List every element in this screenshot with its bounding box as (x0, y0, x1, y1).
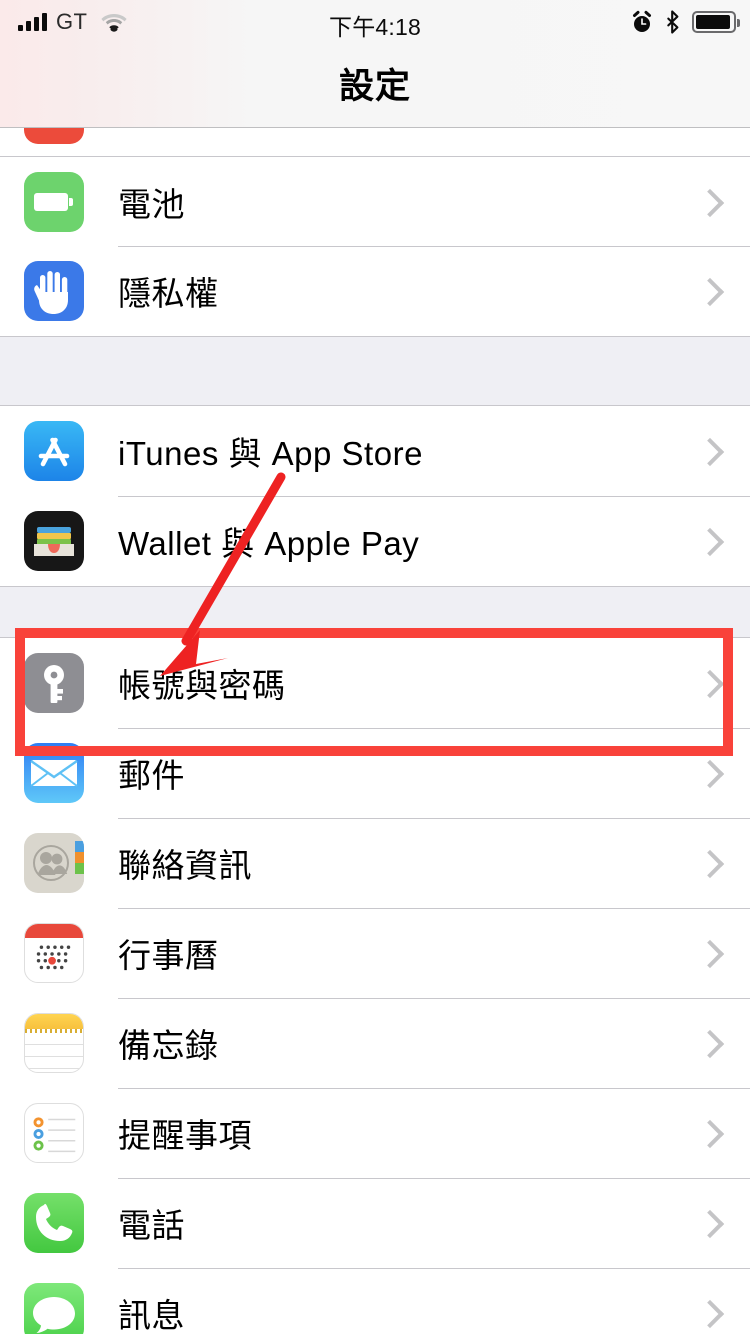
settings-list[interactable]: 電池 隱私權 iTunes 與 App Store Wallet 與 Apple… (0, 0, 750, 1334)
row-label: 郵件 (118, 757, 185, 794)
chevron-right-icon (695, 849, 725, 879)
settings-row-battery[interactable]: 電池 (0, 156, 750, 246)
phone-icon (24, 1193, 84, 1253)
reminders-icon (24, 1103, 84, 1163)
settings-row-privacy[interactable]: 隱私權 (0, 246, 750, 336)
contacts-icon (24, 833, 84, 893)
system-group: 電池 隱私權 (0, 156, 750, 336)
settings-row-reminders[interactable]: 提醒事項 (0, 1088, 750, 1178)
clipped-red-app-icon (24, 128, 84, 144)
privacy-hand-icon (24, 261, 84, 321)
group-separator-1 (0, 336, 750, 406)
battery-settings-icon (24, 171, 84, 232)
settings-screen: 電池 隱私權 iTunes 與 App Store Wallet 與 Apple… (0, 0, 750, 1334)
app-store-icon (24, 421, 84, 481)
page-title: 設定 (338, 67, 411, 106)
group-separator-2 (0, 586, 750, 638)
settings-row-accounts-passwords[interactable]: 帳號與密碼 (0, 638, 750, 728)
key-accounts-icon (24, 653, 84, 713)
settings-row-phone[interactable]: 電話 (0, 1178, 750, 1268)
row-label: 提醒事項 (118, 1117, 252, 1154)
row-label: 電池 (118, 185, 185, 223)
status-bar-right (631, 9, 740, 35)
chevron-right-icon (695, 939, 725, 969)
navigation-bar: GT 下午4:18 設定 (0, 0, 750, 128)
battery-icon (692, 11, 740, 33)
chevron-right-icon (695, 527, 725, 557)
notes-icon (24, 1013, 84, 1073)
row-label: 備忘錄 (118, 1027, 219, 1064)
row-label: 帳號與密碼 (118, 667, 286, 704)
messages-icon (24, 1283, 84, 1334)
partially-scrolled-row[interactable] (0, 128, 750, 156)
row-label: 隱私權 (118, 275, 219, 312)
row-label: 行事曆 (118, 937, 219, 974)
chevron-right-icon (695, 277, 725, 307)
chevron-right-icon (695, 1209, 725, 1239)
apps-group: 帳號與密碼 郵件 聯絡資訊 行事曆 備忘錄 提醒事項 電話 訊息 (0, 638, 750, 1334)
bluetooth-icon (665, 10, 680, 34)
mail-icon (24, 743, 84, 803)
chevron-right-icon (695, 188, 725, 217)
row-label: 電話 (118, 1207, 185, 1244)
settings-row-calendar[interactable]: 行事曆 (0, 908, 750, 998)
chevron-right-icon (695, 1299, 725, 1329)
store-group: iTunes 與 App Store Wallet 與 Apple Pay (0, 406, 750, 586)
settings-row-itunes-app-store[interactable]: iTunes 與 App Store (0, 406, 750, 496)
alarm-clock-icon (631, 10, 653, 34)
calendar-icon (24, 923, 84, 983)
row-label: iTunes 與 App Store (118, 435, 423, 472)
status-bar: GT 下午4:18 (0, 0, 750, 44)
chevron-right-icon (695, 1119, 725, 1149)
chevron-right-icon (695, 1029, 725, 1059)
row-label: 訊息 (118, 1297, 185, 1334)
chevron-right-icon (695, 669, 725, 699)
row-label: 聯絡資訊 (118, 847, 252, 884)
settings-row-wallet-apple-pay[interactable]: Wallet 與 Apple Pay (0, 496, 750, 586)
settings-row-messages[interactable]: 訊息 (0, 1268, 750, 1334)
settings-row-contacts[interactable]: 聯絡資訊 (0, 818, 750, 908)
row-label: Wallet 與 Apple Pay (118, 525, 420, 562)
wallet-icon (24, 511, 84, 571)
settings-row-mail[interactable]: 郵件 (0, 728, 750, 818)
settings-row-notes[interactable]: 備忘錄 (0, 998, 750, 1088)
contacts-color-tabs (75, 841, 84, 885)
chevron-right-icon (695, 437, 725, 467)
chevron-right-icon (695, 759, 725, 789)
